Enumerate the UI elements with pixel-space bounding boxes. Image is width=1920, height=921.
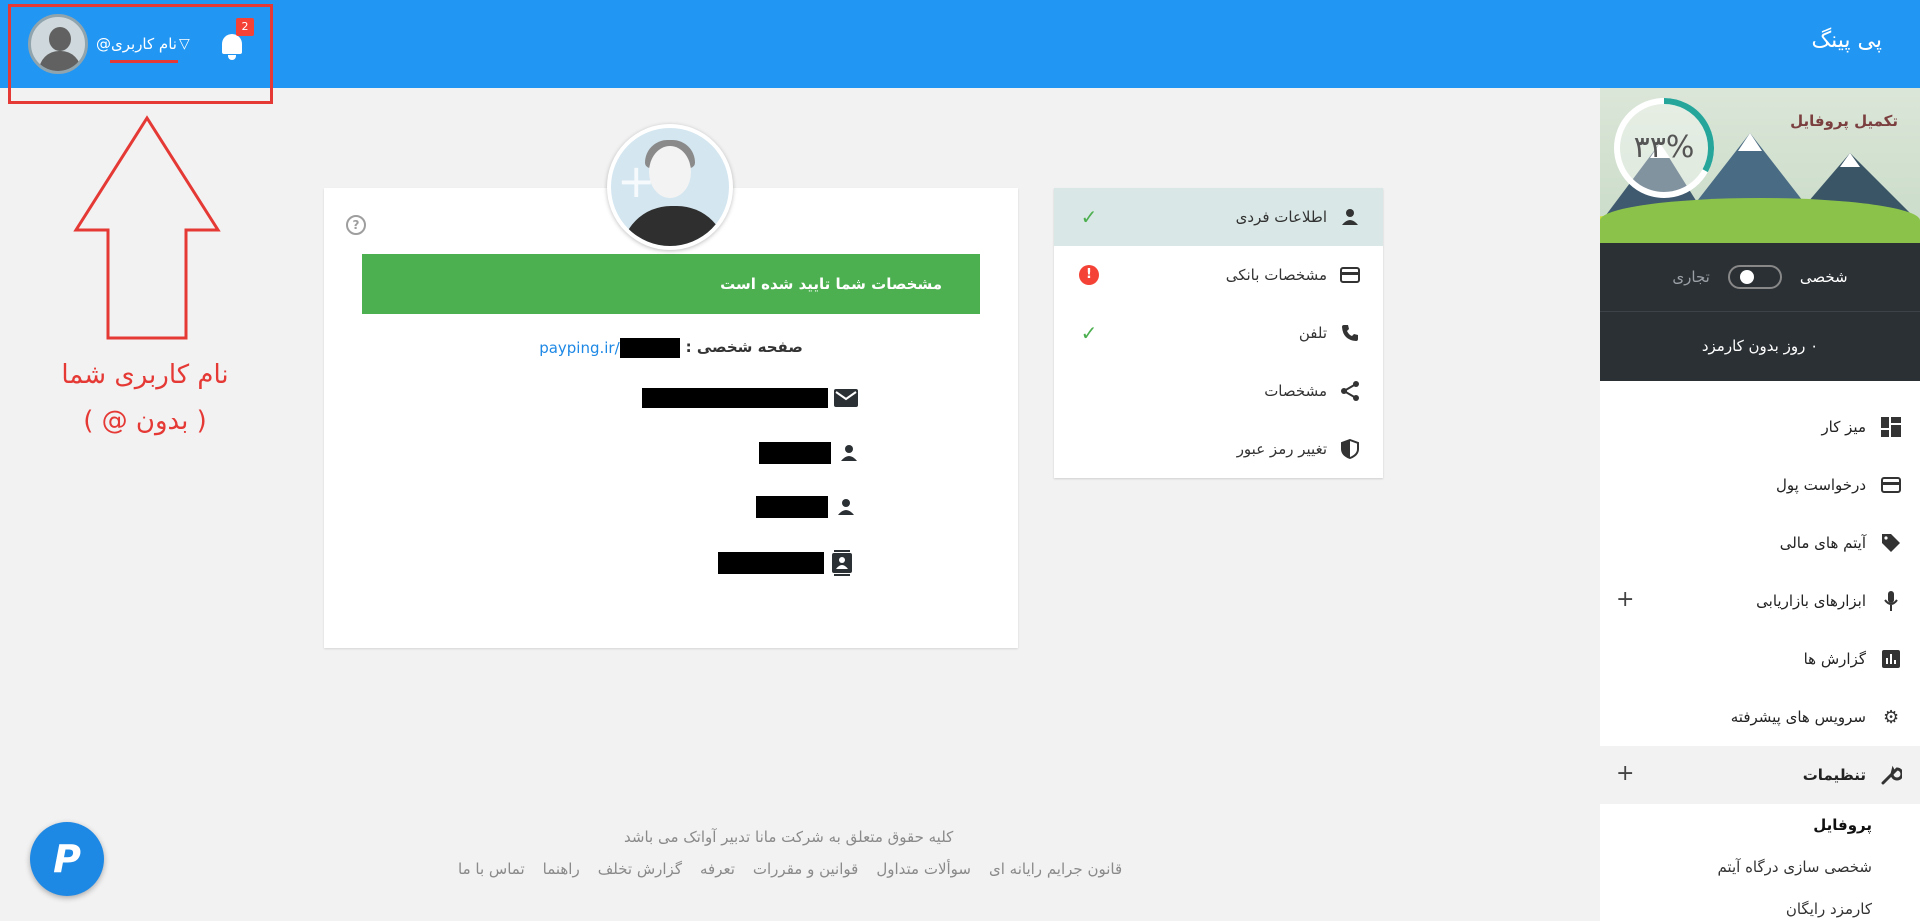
dashboard-icon <box>1880 416 1902 438</box>
tab-change-password[interactable]: تغییر رمز عبور <box>1054 420 1383 478</box>
completion-title[interactable]: تکمیل پروفایل <box>1790 112 1898 130</box>
redacted-email <box>642 388 828 408</box>
error-icon: ! <box>1078 264 1100 286</box>
sidebar: ۳۳% تکمیل پروفایل شخصی تجاری ۰ روز بدون … <box>1600 88 1920 921</box>
first-name-row <box>759 441 861 465</box>
wrench-icon <box>1880 764 1902 786</box>
sidebar-item-label: میز کار <box>1821 418 1866 436</box>
help-icon[interactable]: ? <box>346 215 366 235</box>
last-name-row <box>756 495 858 519</box>
sidebar-menu: میز کار درخواست پول آیتم های مالی ابزاره… <box>1600 398 1920 921</box>
redacted-national-id <box>718 552 824 574</box>
email-icon <box>834 386 858 410</box>
shield-icon <box>1339 438 1361 460</box>
account-type-toggle-row: شخصی تجاری <box>1600 243 1920 311</box>
bar-chart-icon <box>1880 648 1902 670</box>
sidebar-item-marketing-tools[interactable]: ابزارهای بازاریابی + <box>1600 572 1920 630</box>
tag-icon <box>1880 532 1902 554</box>
sidebar-item-dashboard[interactable]: میز کار <box>1600 398 1920 456</box>
person-icon <box>837 441 861 465</box>
submenu-item-free-fee[interactable]: کارمزد رایگان <box>1600 888 1920 921</box>
copyright-label: کلیه حقوق متعلق به شرکت مانا تدبیر آواتک… <box>624 828 954 846</box>
sidebar-item-label: ابزارهای بازاریابی <box>1756 592 1866 610</box>
annotation-line-1: نام کاربری شما <box>61 360 229 390</box>
payping-chat-button[interactable]: P <box>30 822 104 896</box>
brand-title[interactable]: پی پینگ <box>1811 28 1882 53</box>
profile-tabs: اطلاعات فردی ✓ مشخصات بانکی ! تلفن ✓ مشخ… <box>1054 188 1383 478</box>
profile-page-link[interactable]: payping.ir/ <box>539 338 680 358</box>
tab-phone[interactable]: تلفن ✓ <box>1054 304 1383 362</box>
redacted-first-name <box>759 442 831 464</box>
profile-page-row: صفحه شخصی : payping.ir/ <box>324 338 1018 358</box>
tab-label: اطلاعات فردی <box>1235 208 1327 226</box>
annotation-line-2: ( بدون @ ) <box>83 406 207 436</box>
sidebar-item-label: درخواست پول <box>1776 476 1866 494</box>
tab-label: تلفن <box>1298 324 1327 342</box>
tab-label: مشخصات بانکی <box>1225 266 1327 284</box>
account-type-business: تجاری <box>1672 268 1710 286</box>
footer-link-terms[interactable]: قوانین و مقررات <box>753 860 858 878</box>
footer-link-help[interactable]: راهنما <box>543 860 580 878</box>
tab-bank-details[interactable]: مشخصات بانکی ! <box>1054 246 1383 304</box>
redacted-last-name <box>756 496 828 518</box>
credit-card-icon <box>1880 474 1902 496</box>
expand-plus-icon[interactable]: + <box>1616 589 1634 611</box>
footer-link-cyber-crime-law[interactable]: قانون جرایم رایانه ای <box>989 860 1122 878</box>
annotation-highlight-box <box>8 4 273 104</box>
sidebar-item-settings[interactable]: تنظیمات + <box>1600 746 1920 804</box>
footer-link-pricing[interactable]: تعرفه <box>700 860 735 878</box>
verified-banner: مشخصات شما تایید شده است <box>362 254 980 314</box>
expand-plus-icon[interactable]: + <box>1616 763 1634 785</box>
profile-photo-upload[interactable]: + <box>607 124 733 250</box>
profile-card: ? مشخصات شما تایید شده است صفحه شخصی : p… <box>324 188 1018 648</box>
sidebar-item-reports[interactable]: گزارش ها <box>1600 630 1920 688</box>
fee-free-days[interactable]: ۰ روز بدون کارمزد <box>1600 311 1920 381</box>
redacted-username <box>619 338 680 358</box>
annotation-text: نام کاربری شما ( بدون @ ) <box>40 352 250 444</box>
add-photo-plus-icon: + <box>617 154 656 208</box>
check-icon: ✓ <box>1080 205 1098 229</box>
annotation-up-arrow-icon <box>73 115 221 340</box>
tab-label: مشخصات <box>1264 382 1327 400</box>
tab-specifications[interactable]: مشخصات <box>1054 362 1383 420</box>
account-panel: شخصی تجاری ۰ روز بدون کارمزد <box>1600 243 1920 381</box>
profile-completion-banner: ۳۳% تکمیل پروفایل <box>1600 88 1920 243</box>
person-icon <box>1339 206 1361 228</box>
submenu-item-profile[interactable]: پروفایل <box>1600 804 1920 846</box>
gear-icon: ⚙ <box>1882 706 1900 728</box>
footer-links: قانون جرایم رایانه ای سوألات متداول قوان… <box>458 860 1122 878</box>
check-icon: ✓ <box>1080 321 1098 345</box>
account-type-switch[interactable] <box>1727 265 1782 289</box>
tab-label: تغییر رمز عبور <box>1236 440 1327 458</box>
sidebar-item-label: سرویس های پیشرفته <box>1730 708 1866 726</box>
footer-link-report-abuse[interactable]: گزارش تخلف <box>598 860 682 878</box>
microphone-icon <box>1880 590 1902 612</box>
contact-card-icon <box>830 550 854 576</box>
sidebar-item-label: تنظیمات <box>1802 766 1866 784</box>
sidebar-item-label: آیتم های مالی <box>1779 534 1866 552</box>
submenu-item-gateway-customization[interactable]: شخصی سازی درگاه آیتم <box>1600 846 1920 888</box>
footer-link-faq[interactable]: سوألات متداول <box>876 860 971 878</box>
person-icon <box>834 495 858 519</box>
email-row <box>642 386 858 410</box>
sidebar-item-request-money[interactable]: درخواست پول <box>1600 456 1920 514</box>
tab-personal-info[interactable]: اطلاعات فردی ✓ <box>1054 188 1383 246</box>
phone-icon <box>1339 322 1361 344</box>
account-type-personal: شخصی <box>1799 268 1848 286</box>
footer-link-contact[interactable]: تماس با ما <box>458 860 525 878</box>
profile-page-label: صفحه شخصی : <box>685 338 803 356</box>
credit-card-icon <box>1339 264 1361 286</box>
sidebar-item-label: گزارش ها <box>1803 650 1866 668</box>
profile-link-prefix: payping.ir/ <box>539 339 620 357</box>
top-app-bar: پی پینگ نام کاربری@ ▽ 2 <box>0 0 1920 88</box>
sidebar-item-advanced-services[interactable]: ⚙ سرویس های پیشرفته <box>1600 688 1920 746</box>
national-id-row <box>718 550 854 576</box>
share-icon <box>1339 380 1361 402</box>
sidebar-item-financial-items[interactable]: آیتم های مالی <box>1600 514 1920 572</box>
completion-percent: ۳۳% <box>1633 130 1695 165</box>
